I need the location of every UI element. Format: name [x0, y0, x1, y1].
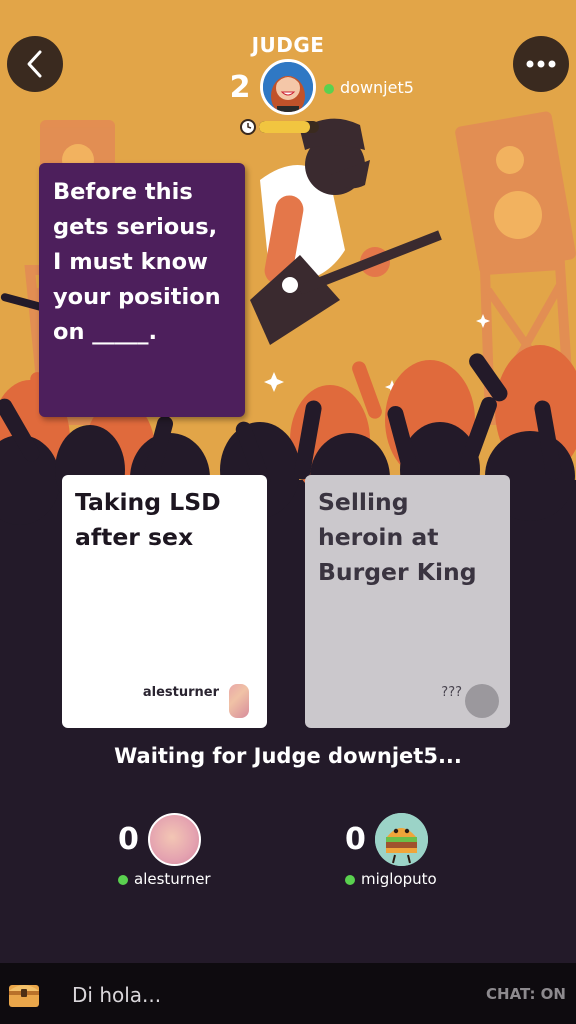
- treasure-chest-icon[interactable]: [7, 977, 41, 1009]
- timer-bar: [259, 121, 319, 133]
- avatar-illustration: [263, 62, 313, 112]
- player-score: 0: [118, 822, 139, 857]
- chat-toggle[interactable]: CHAT: ON: [486, 985, 566, 1003]
- player-slot: 0 migloputo: [345, 813, 545, 893]
- player-slot: 0 alesturner: [118, 813, 318, 893]
- timer-fill: [259, 121, 310, 133]
- judge-avatar[interactable]: [260, 59, 316, 115]
- chat-input[interactable]: [70, 982, 394, 1008]
- answer-card[interactable]: Taking LSD after sex alesturner: [62, 475, 267, 728]
- player-name: alesturner: [118, 870, 211, 888]
- burger-avatar-illustration: [375, 813, 428, 866]
- player-score: 0: [345, 822, 366, 857]
- judge-name: downjet5: [324, 78, 414, 97]
- answer-author-hidden: ???: [441, 685, 462, 700]
- answer-author: alesturner: [142, 685, 219, 700]
- player-name: migloputo: [345, 870, 437, 888]
- online-indicator: [324, 83, 334, 94]
- answer-text: Taking LSD after sex: [75, 488, 221, 551]
- more-horizontal-icon: [526, 60, 556, 68]
- avatar[interactable]: [148, 813, 201, 866]
- chat-bar: CHAT: ON: [0, 963, 576, 1024]
- player-name-text: migloputo: [361, 870, 437, 888]
- black-question-card: Before this gets serious, I must know yo…: [39, 163, 245, 417]
- online-indicator: [118, 874, 128, 885]
- question-text: Before this gets serious, I must know yo…: [53, 179, 221, 345]
- online-indicator: [345, 874, 355, 885]
- player-name-text: alesturner: [134, 870, 211, 888]
- status-message: Waiting for Judge downjet5...: [114, 744, 462, 768]
- judge-score: 2: [229, 70, 251, 105]
- avatar[interactable]: [375, 813, 428, 866]
- judge-name-text: downjet5: [340, 78, 414, 97]
- clock-icon: [240, 119, 256, 135]
- answer-text: Selling heroin at Burger King: [318, 488, 477, 586]
- answer-card[interactable]: Selling heroin at Burger King ???: [305, 475, 510, 728]
- author-avatar: [229, 684, 249, 718]
- judge-role-label: JUDGE: [251, 33, 325, 57]
- anonymous-avatar: [465, 684, 499, 718]
